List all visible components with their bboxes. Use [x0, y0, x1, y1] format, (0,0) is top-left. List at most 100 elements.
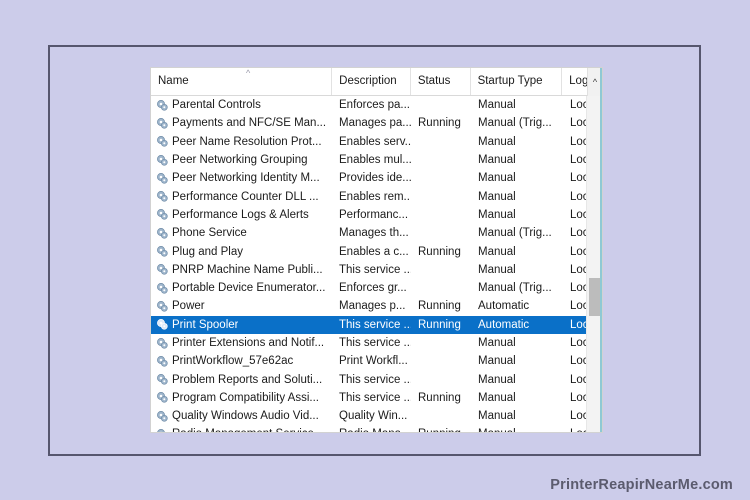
service-row[interactable]: Power Manages p... Running Automatic Loc	[151, 297, 588, 315]
service-row[interactable]: Performance Logs & Alerts Performanc... Ma…	[151, 206, 588, 224]
service-gear-icon	[156, 428, 169, 432]
list-column-header: Name ^ Description Status Startup Type L…	[151, 68, 602, 96]
service-gear-icon	[156, 391, 169, 404]
service-log-on-as-cell: Loc	[570, 208, 588, 221]
service-row[interactable]: Program Compatibility Assi... This servic…	[151, 389, 588, 407]
service-row[interactable]: Payments and NFC/SE Man... Manages pa... R…	[151, 114, 588, 132]
service-name-label: Peer Networking Grouping	[172, 154, 308, 167]
service-description-cell: Enables mul...	[339, 154, 411, 167]
service-log-on-as-cell: Loc	[570, 337, 588, 349]
service-log-on-as-cell: Loc	[570, 263, 588, 276]
service-name-cell: Phone Service	[151, 227, 332, 240]
column-header-description-label: Description	[339, 75, 397, 87]
service-log-on-as-cell: Loc	[570, 154, 588, 167]
chevron-up-icon: ^	[592, 76, 598, 87]
service-row[interactable]: Quality Windows Audio Vid... Quality Win.…	[151, 407, 588, 425]
service-gear-icon	[156, 373, 169, 386]
service-log-on-as-cell: Loc	[570, 318, 588, 331]
service-gear-icon	[156, 154, 169, 167]
service-name-label: Payments and NFC/SE Man...	[172, 117, 327, 130]
service-gear-icon	[156, 318, 169, 331]
column-header-name[interactable]: Name ^	[151, 68, 331, 95]
service-name-cell: Payments and NFC/SE Man...	[151, 117, 332, 130]
service-status-cell: Running	[418, 245, 461, 258]
services-rows-viewport: Parental Controls Enforces pa... Manual Loc…	[151, 96, 588, 432]
service-row[interactable]: Performance Counter DLL ... Enables rem..…	[151, 187, 588, 205]
service-row[interactable]: Portable Device Enumerator... Enforces gr…	[151, 279, 588, 297]
service-gear-icon	[156, 99, 169, 112]
service-description-cell: Print Workfl...	[339, 355, 408, 368]
service-name-cell: Peer Networking Identity M...	[151, 172, 332, 185]
column-header-description[interactable]: Description	[331, 68, 410, 95]
service-name-cell: Performance Counter DLL ...	[151, 190, 332, 203]
service-name-label: Problem Reports and Soluti...	[172, 373, 323, 386]
service-description-cell: This service ...	[339, 391, 411, 404]
service-name-label: Parental Controls	[172, 99, 261, 112]
service-name-label: Peer Name Resolution Prot...	[172, 135, 322, 148]
service-startup-type-cell: Manual	[478, 154, 516, 167]
service-row[interactable]: Peer Networking Identity M... Provides id…	[151, 169, 588, 187]
service-startup-type-cell: Manual	[478, 99, 516, 112]
service-gear-icon	[156, 172, 169, 185]
service-row[interactable]: Problem Reports and Soluti... This servic…	[151, 370, 588, 388]
service-log-on-as-cell: Loc	[570, 373, 588, 386]
service-description-cell: This service ...	[339, 373, 411, 386]
service-status-cell: Running	[418, 117, 461, 130]
service-gear-icon	[156, 245, 169, 258]
column-header-startup-type-label: Startup Type	[477, 75, 543, 87]
service-log-on-as-cell: Loc	[570, 300, 588, 313]
service-startup-type-cell: Manual	[478, 190, 516, 203]
service-gear-icon	[156, 227, 169, 240]
service-name-cell: Radio Management Service	[151, 428, 332, 432]
service-name-label: Plug and Play	[172, 245, 243, 258]
service-gear-icon	[156, 263, 169, 276]
service-name-cell: Print Spooler	[151, 318, 332, 331]
service-description-cell: Enforces gr...	[339, 282, 407, 295]
service-row[interactable]: Print Spooler This service ... Running Auto…	[151, 315, 588, 334]
column-header-status-label: Status	[417, 75, 451, 87]
service-startup-type-cell: Manual	[478, 245, 516, 258]
service-status-cell: Running	[418, 318, 461, 331]
service-name-label: Performance Counter DLL ...	[172, 190, 319, 203]
service-row[interactable]: Peer Name Resolution Prot... Enables serv…	[151, 133, 588, 151]
service-row[interactable]: Peer Networking Grouping Enables mul... Ma…	[151, 151, 588, 169]
service-name-cell: Program Compatibility Assi...	[151, 391, 332, 404]
service-log-on-as-cell: Loc	[570, 135, 588, 148]
service-log-on-as-cell: Loc	[563, 428, 588, 432]
service-status-cell: Running	[418, 391, 461, 404]
service-row[interactable]: Radio Management Service Radio Mana...Run…	[151, 425, 588, 432]
service-startup-type-cell: Manual	[471, 428, 563, 432]
service-description-cell: Performanc...	[339, 208, 409, 221]
service-description-cell: Enables a c...	[339, 245, 409, 258]
service-name-label: Portable Device Enumerator...	[172, 282, 326, 295]
service-startup-type-cell: Manual (Trig...	[478, 117, 552, 130]
service-row[interactable]: Plug and Play Enables a c... Running Manual…	[151, 242, 588, 260]
service-startup-type-cell: Manual	[478, 208, 516, 221]
service-name-label: Print Spooler	[172, 318, 239, 331]
service-row[interactable]: Phone Service Manages th... Manual (Trig..…	[151, 224, 588, 242]
column-header-name-label: Name	[158, 75, 189, 87]
service-name-label: Peer Networking Identity M...	[172, 172, 320, 185]
service-startup-type-cell: Manual	[478, 263, 516, 276]
service-startup-type-cell: Manual	[478, 172, 516, 185]
service-row[interactable]: PrintWorkflow_57e62ac Print Workfl... Manu…	[151, 352, 588, 370]
service-description-cell: Manages p...	[339, 300, 406, 313]
service-startup-type-cell: Manual	[478, 135, 516, 148]
service-description-cell: Enables rem...	[339, 190, 411, 203]
column-header-startup-type[interactable]: Startup Type	[469, 68, 562, 95]
site-watermark: PrinterReapirNearMe.com	[550, 477, 733, 493]
service-log-on-as-cell: Loc	[570, 172, 588, 185]
service-name-label: PNRP Machine Name Publi...	[172, 263, 323, 276]
service-name-cell: Portable Device Enumerator...	[151, 282, 332, 295]
service-row[interactable]: Printer Extensions and Notif... This serv…	[151, 334, 588, 352]
service-description-cell: This service ...	[339, 318, 411, 331]
column-header-status[interactable]: Status	[409, 68, 470, 95]
service-startup-type-cell: Automatic	[478, 300, 530, 313]
service-row[interactable]: PNRP Machine Name Publi... This service .…	[151, 261, 588, 279]
service-status-cell: Running	[411, 428, 471, 432]
service-startup-type-cell: Manual (Trig...	[478, 282, 552, 295]
service-row[interactable]: Parental Controls Enforces pa... Manual Loc	[151, 96, 588, 114]
service-gear-icon	[156, 117, 169, 130]
service-name-cell: Plug and Play	[151, 245, 332, 258]
service-name-cell: Quality Windows Audio Vid...	[151, 410, 332, 423]
